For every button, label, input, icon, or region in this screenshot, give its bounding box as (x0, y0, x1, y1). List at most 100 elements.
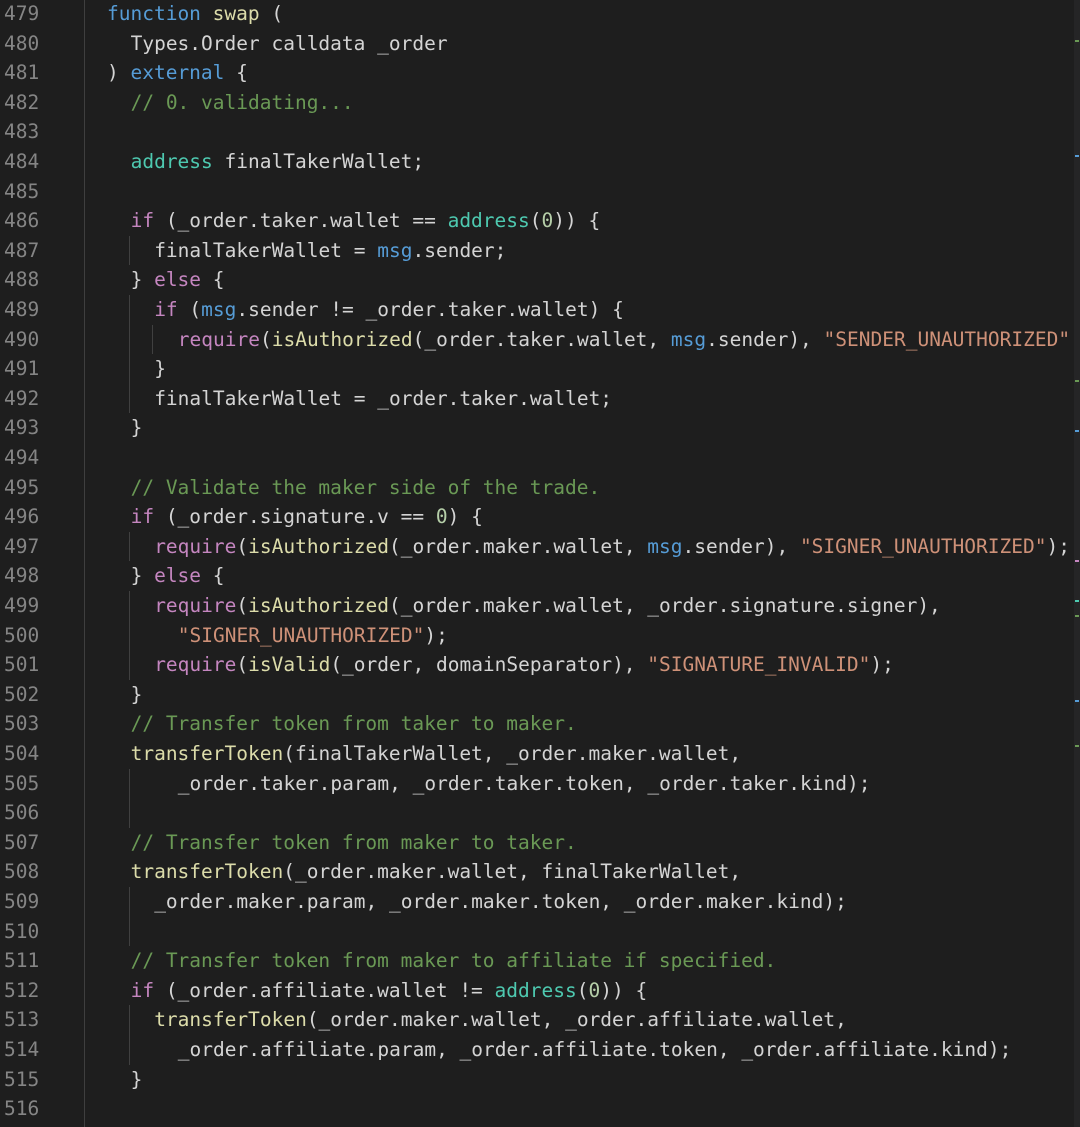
code-line[interactable]: 494 (0, 443, 1080, 473)
code-line[interactable]: 505 _order.taker.param, _order.taker.toke… (0, 768, 1080, 799)
code-text[interactable]: Types.Order calldata _order (131, 29, 448, 59)
code-text[interactable]: // Transfer token from taker to maker. (131, 709, 577, 739)
code-text[interactable]: if (_order.taker.wallet == address(0)) { (131, 206, 601, 236)
code-line[interactable]: 514 _order.affiliate.param, _order.affili… (0, 1035, 1080, 1065)
code-text[interactable]: _order.taker.param, _order.taker.token, … (178, 769, 871, 799)
code-editor[interactable]: 479 function swap (480 Types.Order calldat… (0, 0, 1080, 1127)
code-line[interactable]: 479 function swap ( (0, 0, 1080, 29)
code-line[interactable]: 492 finalTakerWallet = _order.taker.walle… (0, 383, 1080, 414)
code-line[interactable]: 507 // Transfer token from maker to taker… (0, 828, 1080, 858)
line-number: 516 (4, 1097, 40, 1121)
code-line[interactable]: 504 transferToken(finalTakerWallet, _orde… (0, 739, 1080, 769)
code-line[interactable]: 484 address finalTakerWallet; (0, 147, 1080, 177)
line-number: 506 (4, 801, 40, 825)
code-line[interactable]: 487 finalTakerWallet = msg.sender; (0, 235, 1080, 266)
code-token-plain: { (224, 61, 248, 85)
code-line[interactable]: 488} else { (0, 265, 1080, 295)
code-text[interactable]: } (131, 680, 143, 710)
code-line[interactable]: 509 _order.maker.param, _order.maker.toke… (0, 887, 1080, 917)
code-text[interactable]: function swap ( (107, 0, 283, 29)
code-token-decl: external (130, 61, 225, 85)
code-line[interactable]: 513 transferToken(_order.maker.wallet, _o… (0, 1005, 1080, 1035)
code-text[interactable]: // Transfer token from maker to affiliat… (131, 946, 777, 976)
code-text[interactable]: if (_order.signature.v == 0) { (131, 502, 483, 532)
code-token-plain: (_order.signature.v == (154, 505, 436, 529)
code-token-decl: function (107, 2, 201, 25)
code-text[interactable]: } (131, 1065, 143, 1095)
code-text[interactable]: } else { (131, 265, 225, 295)
code-text[interactable]: transferToken(_order.maker.wallet, final… (131, 857, 742, 887)
code-line[interactable]: 483 (0, 117, 1080, 147)
code-line[interactable]: 495 // Validate the maker side of the tra… (0, 473, 1080, 503)
code-line[interactable]: 485 (0, 177, 1080, 207)
code-line[interactable]: 493} (0, 413, 1080, 443)
code-text[interactable]: if (msg.sender != _order.taker.wallet) { (154, 295, 624, 325)
line-number: 510 (4, 919, 40, 943)
code-line[interactable]: 482 // 0. validating... (0, 88, 1080, 118)
code-text[interactable]: require(isAuthorized(_order.taker.wallet… (178, 325, 1070, 355)
code-token-string: "SIGNER_UNAUTHORIZED" (799, 534, 1047, 558)
code-token-plain: { (201, 268, 225, 292)
code-token-number: 0 (435, 505, 448, 529)
code-token-plain: finalTakerWallet; (212, 150, 425, 173)
code-token-keyword: if (154, 298, 178, 321)
code-text[interactable]: ) external { (107, 58, 248, 88)
code-line[interactable]: 496 if (_order.signature.v == 0) { (0, 502, 1080, 532)
code-text[interactable]: } (154, 354, 166, 384)
code-line[interactable]: 508 transferToken(_order.maker.wallet, fi… (0, 857, 1080, 887)
code-token-keyword: require (154, 534, 237, 558)
code-line[interactable]: 511 // Transfer token from maker to affil… (0, 946, 1080, 976)
code-line[interactable]: 489 if (msg.sender != _order.taker.wallet… (0, 295, 1080, 325)
code-line[interactable]: 481) external { (0, 58, 1080, 88)
code-text[interactable]: finalTakerWallet = msg.sender; (154, 236, 506, 266)
line-number: 496 (4, 505, 40, 529)
code-text[interactable]: } (131, 413, 143, 443)
overview-ruler[interactable] (1074, 0, 1080, 1127)
code-token-plain: ); (1046, 534, 1070, 558)
line-number: 505 (4, 771, 40, 795)
code-text[interactable]: require(isAuthorized(_order.maker.wallet… (154, 591, 941, 621)
code-token-func: swap (212, 2, 260, 25)
code-token-number: 0 (541, 209, 554, 233)
code-line[interactable]: 501 require(isValid(_order, domainSeparat… (0, 650, 1080, 680)
code-text[interactable]: address finalTakerWallet; (131, 147, 425, 177)
code-text[interactable]: if (_order.affiliate.wallet != address(0… (131, 976, 648, 1006)
code-text[interactable]: _order.maker.param, _order.maker.token, … (154, 887, 847, 917)
code-line[interactable]: 498} else { (0, 561, 1080, 591)
code-line[interactable]: 506 (0, 798, 1080, 828)
code-text[interactable]: // 0. validating... (131, 88, 354, 118)
overview-ruler-mark (1075, 40, 1079, 42)
code-text[interactable]: transferToken(finalTakerWallet, _order.m… (131, 739, 742, 769)
code-line[interactable]: 503 // Transfer token from taker to maker… (0, 709, 1080, 739)
code-line[interactable]: 515} (0, 1065, 1080, 1095)
code-line[interactable]: 486 if (_order.taker.wallet == address(0)… (0, 206, 1080, 236)
code-line[interactable]: 516 (0, 1094, 1080, 1124)
code-text[interactable]: require(isValid(_order, domainSeparator)… (154, 650, 894, 680)
line-number: 513 (4, 1008, 40, 1032)
code-line[interactable]: 480 Types.Order calldata _order (0, 29, 1080, 59)
code-line[interactable]: 500 "SIGNER_UNAUTHORIZED"); (0, 620, 1080, 651)
code-text[interactable]: _order.affiliate.param, _order.affiliate… (178, 1035, 1012, 1065)
line-number: 487 (4, 238, 40, 262)
code-token-func: isAuthorized (248, 534, 390, 558)
code-text[interactable]: transferToken(_order.maker.wallet, _orde… (154, 1005, 847, 1035)
code-text[interactable]: require(isAuthorized(_order.maker.wallet… (154, 532, 1070, 562)
code-token-plain: ( (259, 2, 284, 25)
indent-guide (128, 591, 130, 621)
code-line[interactable]: 510 (0, 916, 1080, 947)
code-text[interactable]: // Validate the maker side of the trade. (131, 473, 601, 503)
code-line[interactable]: 490 require(isAuthorized(_order.taker.wal… (0, 324, 1080, 355)
code-line[interactable]: 502} (0, 680, 1080, 710)
code-line[interactable]: 512 if (_order.affiliate.wallet != addres… (0, 976, 1080, 1006)
code-line[interactable]: 497 require(isAuthorized(_order.maker.wal… (0, 531, 1080, 562)
code-text[interactable]: finalTakerWallet = _order.taker.wallet; (154, 384, 612, 414)
code-line[interactable]: 499 require(isAuthorized(_order.maker.wal… (0, 591, 1080, 621)
code-token-keyword: require (154, 594, 237, 617)
code-text[interactable]: } else { (131, 561, 225, 591)
code-token-var2: msg (377, 238, 413, 262)
code-text[interactable]: // Transfer token from maker to taker. (131, 828, 577, 858)
code-text[interactable]: "SIGNER_UNAUTHORIZED"); (178, 621, 448, 651)
overview-ruler-mark (1075, 560, 1079, 562)
code-line[interactable]: 491} (0, 354, 1080, 384)
code-token-plain: (_order.maker.wallet, (389, 534, 648, 558)
